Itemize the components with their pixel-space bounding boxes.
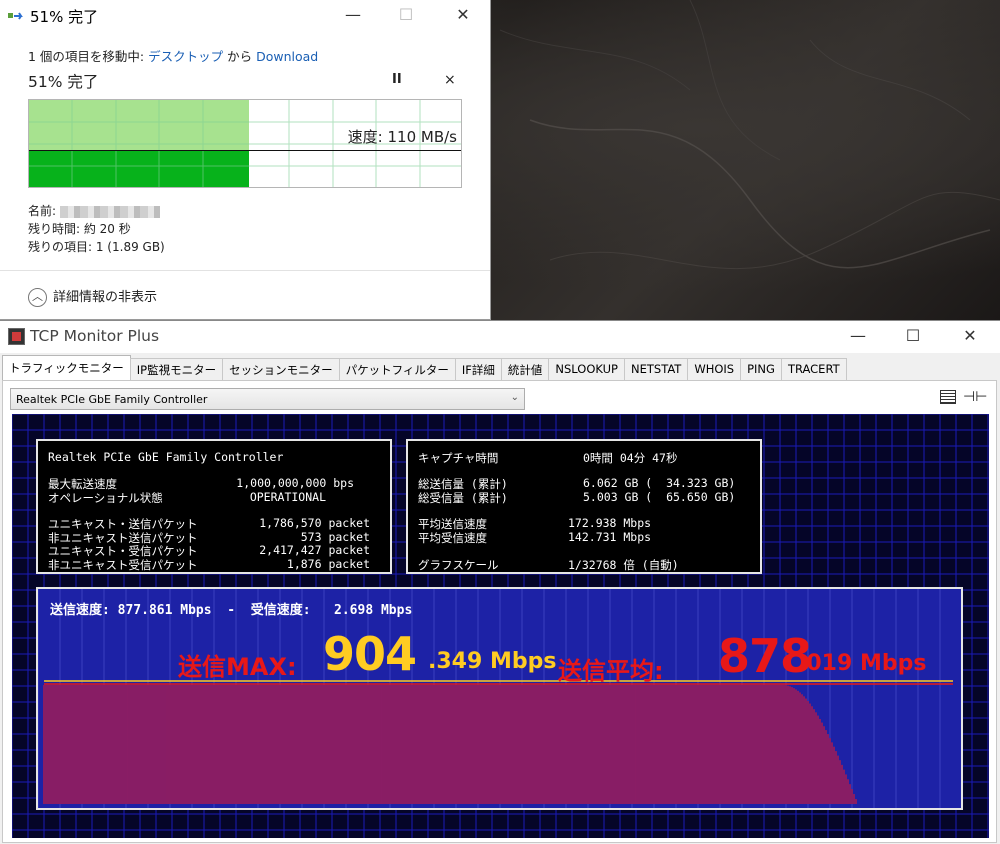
maximize-button[interactable]: ☐ [383,4,429,28]
stat-value: OPERATIONAL [249,490,326,504]
stat-label: 非ユニキャスト受信パケット [48,558,198,572]
dialog-title: 51% 完了 [30,8,99,26]
maximize-button[interactable]: ☐ [890,325,936,349]
move-prefix: 1 個の項目を移動中: [28,49,149,64]
stat-label: キャプチャ時間 [418,451,499,465]
chevron-down-icon: ⌄ [510,392,519,403]
stat-value: 1,000,000,000 bps [236,476,354,490]
pin-icon[interactable]: ⊣⊢ [963,389,987,405]
send-speed-chart [38,589,953,808]
traffic-monitor-panel: Realtek PCIe GbE Family Controller ⌄ ⊣⊢ … [2,380,997,843]
menu-icon[interactable] [940,390,956,404]
adapter-stats-box: Realtek PCIe GbE Family Controller 最大転送速… [36,439,392,574]
remaining-items: 残りの項目: 1 (1.89 GB) [28,240,165,254]
adapter-select[interactable]: Realtek PCIe GbE Family Controller ⌄ [10,388,525,410]
tab-session-monitor[interactable]: セッションモニター [222,358,340,380]
adapter-select-value: Realtek PCIe GbE Family Controller [16,393,208,406]
close-button[interactable]: ✕ [440,4,486,28]
close-button[interactable]: ✕ [947,325,993,349]
destination-link[interactable]: Download [256,49,318,64]
stat-value: 573 packet [300,530,370,544]
speed-graph-panel: 送信速度: 877.861 Mbps - 受信速度: 2.698 Mbps 送信… [36,587,963,810]
cancel-button[interactable]: × [444,72,456,88]
stat-value: 142.731 Mbps [568,530,652,544]
source-link[interactable]: デスクトップ [148,49,223,64]
stat-label: 総受信量 (累計) [418,491,508,505]
speed-label: 速度: 110 MB/s [347,128,457,146]
tab-packet-filter[interactable]: パケットフィルター [338,358,456,380]
chevron-up-icon: ︿ [28,288,47,307]
send-avg-fraction: .019 Mbps [798,651,927,676]
minimize-button[interactable]: — [330,4,376,28]
send-max-fraction: .349 Mbps [428,649,557,674]
tab-whois[interactable]: WHOIS [687,358,742,380]
dialog-titlebar[interactable]: 51% 完了 — ☐ ✕ [0,0,491,32]
remaining-time: 残り時間: 約 20 秒 [28,222,131,236]
stat-value: 5.003 GB ( 65.650 GB) [583,490,736,504]
blurred-file-name [59,205,160,218]
stat-value: 1,786,570 packet [259,516,370,530]
send-avg-label: 送信平均: [558,657,664,685]
traffic-graph-area: Realtek PCIe GbE Family Controller 最大転送速… [12,414,989,838]
tab-bar: トラフィックモニター IP監視モニター セッションモニター パケットフィルター … [2,355,847,380]
details-toggle-label: 詳細情報の非表示 [53,290,158,305]
tab-traffic-monitor[interactable]: トラフィックモニター [2,355,131,380]
stat-value: 0時間 04分 47秒 [583,451,678,465]
move-files-icon [8,12,23,20]
file-name-label: 名前: [28,204,57,218]
move-mid: から [223,49,257,64]
stat-value: 1/32768 倍 (自動) [568,558,679,572]
send-max-label: 送信MAX: [178,653,297,681]
window-titlebar[interactable]: TCP Monitor Plus — ☐ ✕ [0,321,1000,353]
stat-value: 2,417,427 packet [259,543,370,557]
tab-nslookup[interactable]: NSLOOKUP [548,358,625,380]
tab-ip-monitor[interactable]: IP監視モニター [129,358,224,380]
stat-label: 平均受信速度 [418,531,487,545]
tab-statistics[interactable]: 統計値 [500,358,550,380]
file-name-row: 名前: [28,202,160,219]
pause-button[interactable]: II [392,72,402,87]
app-icon [8,328,25,345]
stat-value: 172.938 Mbps [568,516,652,530]
marble-texture [499,0,1000,270]
minimize-button[interactable]: — [835,325,881,349]
tab-netstat[interactable]: NETSTAT [624,358,689,380]
stat-label: グラフスケール [418,558,499,572]
speed-line [29,150,461,151]
details-toggle-button[interactable]: ︿ 詳細情報の非表示 [28,286,157,307]
current-speed-readout: 送信速度: 877.861 Mbps - 受信速度: 2.698 Mbps [50,603,413,618]
divider [0,270,490,271]
tab-tracert[interactable]: TRACERT [780,358,847,380]
stat-value: 6.062 GB ( 34.323 GB) [583,476,736,490]
transfer-speed-graph: 速度: 110 MB/s [28,99,462,188]
tab-if-details[interactable]: IF詳細 [454,358,502,380]
stat-label: オペレーショナル状態 [48,491,163,505]
send-max-value: 904 [323,627,417,681]
tab-ping[interactable]: PING [740,358,782,380]
tcp-monitor-window: TCP Monitor Plus — ☐ ✕ トラフィックモニター IP監視モニ… [0,320,1000,844]
capture-stats-box: キャプチャ時間 0時間 04分 47秒 総送信量 (累計) 6.062 GB (… [406,439,762,574]
window-title: TCP Monitor Plus [30,327,160,345]
adapter-name: Realtek PCIe GbE Family Controller [48,450,284,464]
move-description: 1 個の項目を移動中: デスクトップ から Download [28,46,318,65]
file-move-dialog: 51% 完了 — ☐ ✕ 1 個の項目を移動中: デスクトップ から Downl… [0,0,491,320]
stat-value: 1,876 packet [286,557,370,571]
progress-status: 51% 完了 [28,73,99,91]
